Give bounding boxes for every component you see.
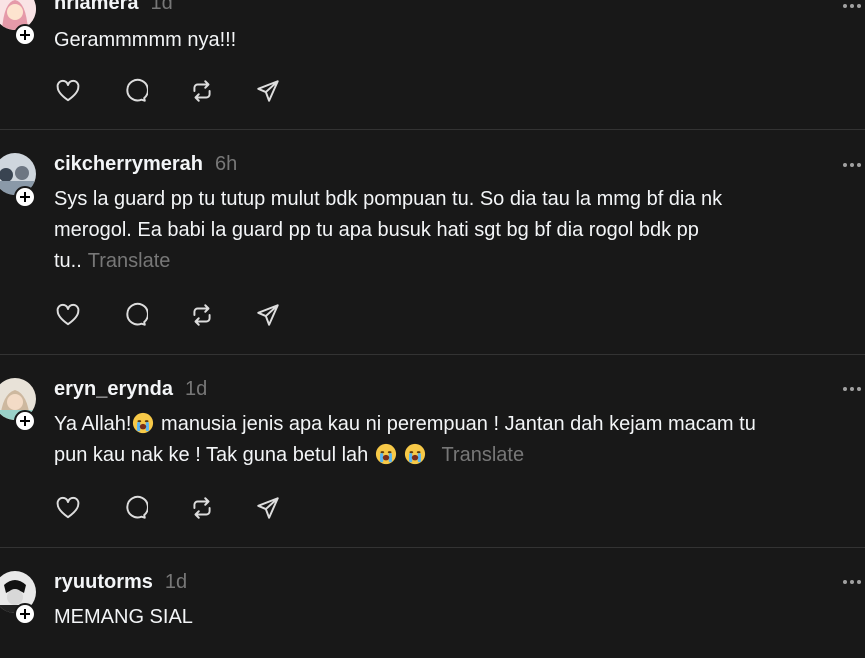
plus-icon [20,609,30,619]
post-line-text: manusia jenis apa kau ni perempuan ! Jan… [161,413,756,435]
username-text[interactable]: eryn_erynda [54,378,173,400]
comment-button[interactable] [121,494,149,522]
heart-icon [56,496,80,519]
post-text: Gerammmmm nya!!! [54,25,844,56]
repost-button[interactable] [188,494,216,522]
like-button[interactable] [54,301,82,329]
username-text[interactable]: cikcherrymerah [54,153,203,175]
share-button[interactable] [254,494,282,522]
plus-icon [20,416,30,426]
timestamp: 1d [164,571,188,593]
follow-button[interactable] [14,603,36,625]
post-line: MEMANG SIAL [54,606,193,628]
username[interactable]: eryn_erynda 1d [54,378,207,401]
loudly-crying-face-icon [405,443,426,465]
follow-button[interactable] [14,186,36,208]
heart-icon [56,79,80,102]
username-text[interactable]: ryuutorms [54,571,153,593]
send-icon [257,80,279,102]
divider [0,354,865,355]
comment-icon [126,302,148,326]
comment-icon [126,78,148,102]
post-text: Sys la guard pp tu tutup mulut bdk pompu… [54,184,844,277]
follow-button[interactable] [14,410,36,432]
comment-button[interactable] [121,77,149,105]
divider [0,129,865,130]
more-button[interactable] [843,386,865,392]
repost-button[interactable] [188,77,216,105]
plus-icon [20,30,30,40]
username-text[interactable]: nriamera [54,0,139,14]
send-icon [257,497,279,519]
share-button[interactable] [254,77,282,105]
plus-icon [20,192,30,202]
post-text: Ya Allah! manusia jenis apa kau ni perem… [54,409,844,471]
post-line: merogol. Ea babi la guard pp tu apa busu… [54,219,699,241]
comment-icon [126,495,148,519]
timestamp: 1d [150,0,173,14]
post-text: MEMANG SIAL [54,602,844,633]
loudly-crying-face-icon [375,443,396,465]
username[interactable]: nriamera 1d [54,0,173,15]
post-line-text: pun kau nak ke ! Tak guna betul lah [54,444,369,466]
post-line-text: Ya Allah! [54,413,132,435]
loudly-crying-face-icon [133,412,154,434]
post-line: tu.. Translate [54,246,844,277]
comment-button[interactable] [121,301,149,329]
send-icon [257,304,279,326]
follow-button[interactable] [14,24,36,46]
share-button[interactable] [254,301,282,329]
translate-link[interactable]: Translate [88,250,171,272]
more-button[interactable] [843,162,865,168]
timestamp: 1d [184,378,208,400]
timestamp: 6h [214,153,238,175]
post-line-text: tu.. [54,250,82,272]
post-line: Ya Allah! manusia jenis apa kau ni perem… [54,409,844,440]
translate-link[interactable]: Translate [441,444,524,466]
repost-icon [193,80,211,102]
repost-icon [193,304,211,326]
more-button[interactable] [843,3,865,9]
like-button[interactable] [54,494,82,522]
divider [0,547,865,548]
username[interactable]: cikcherrymerah 6h [54,153,237,176]
heart-icon [56,303,80,326]
more-button[interactable] [843,579,865,585]
like-button[interactable] [54,77,82,105]
username[interactable]: ryuutorms 1d [54,571,187,594]
repost-icon [193,497,211,519]
post-line: Gerammmmm nya!!! [54,29,237,51]
repost-button[interactable] [188,301,216,329]
post-line: Sys la guard pp tu tutup mulut bdk pompu… [54,188,723,210]
post-line: pun kau nak ke ! Tak guna betul lah Tran… [54,440,844,471]
